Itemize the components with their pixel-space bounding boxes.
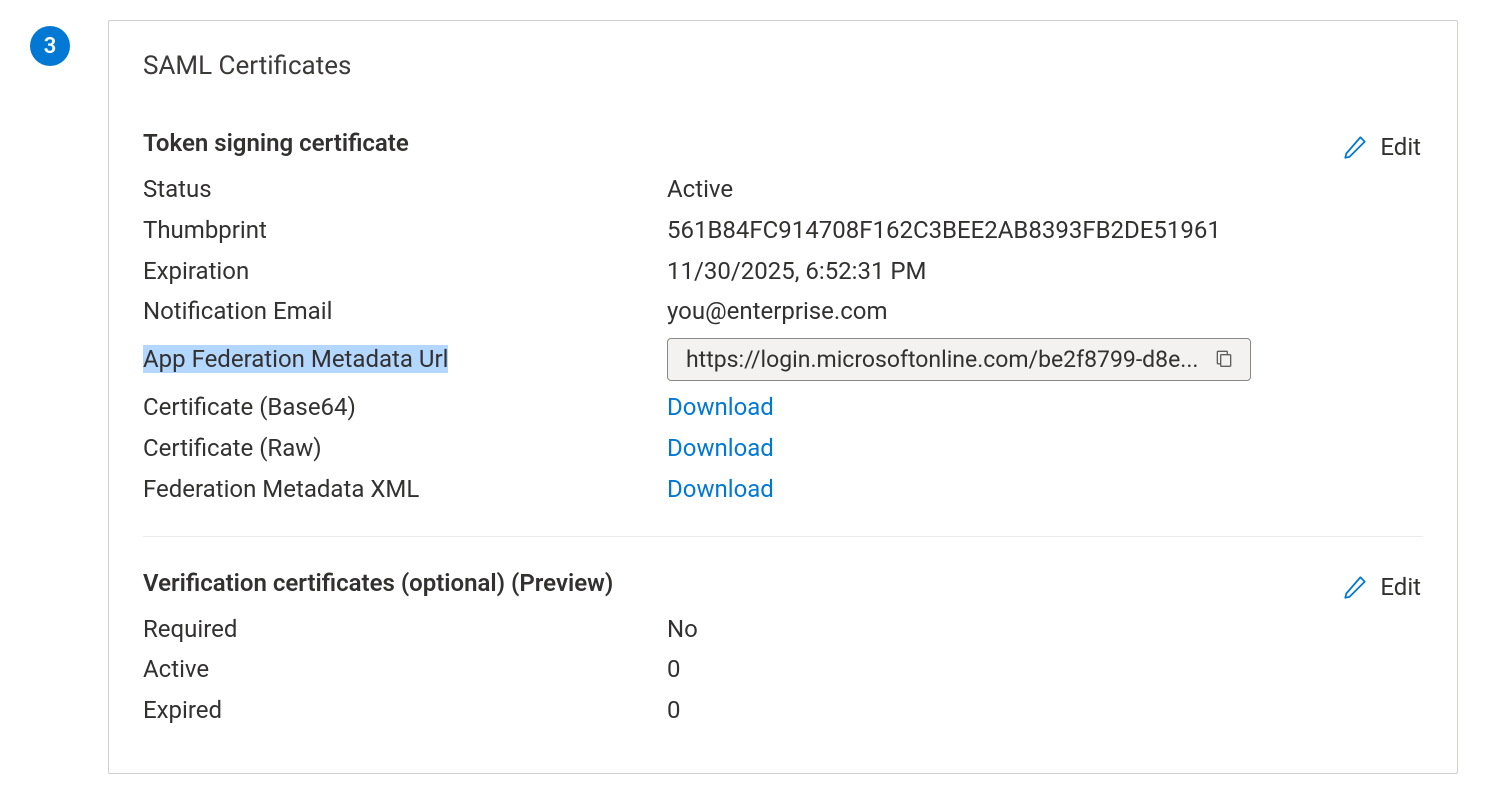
notification-email-value: you@enterprise.com bbox=[667, 297, 888, 326]
pencil-icon bbox=[1342, 134, 1368, 160]
federation-url-row: App Federation Metadata Url https://logi… bbox=[143, 338, 1423, 381]
expiration-label: Expiration bbox=[143, 257, 667, 286]
expired-label: Expired bbox=[143, 696, 667, 725]
federation-url-label-text: App Federation Metadata Url bbox=[143, 345, 448, 373]
federation-url-value-cell: https://login.microsoftonline.com/be2f87… bbox=[667, 338, 1251, 381]
expired-row: Expired 0 bbox=[143, 696, 1423, 725]
token-signing-header: Token signing certificate Edit bbox=[143, 129, 1423, 175]
thumbprint-label: Thumbprint bbox=[143, 216, 667, 245]
required-label: Required bbox=[143, 615, 667, 644]
notification-email-row: Notification Email you@enterprise.com bbox=[143, 297, 1423, 326]
required-row: Required No bbox=[143, 615, 1423, 644]
expired-value: 0 bbox=[667, 696, 681, 725]
section-title: SAML Certificates bbox=[143, 51, 1423, 81]
active-value: 0 bbox=[667, 655, 681, 684]
copy-icon bbox=[1214, 347, 1234, 372]
saml-certificates-card: SAML Certificates Token signing certific… bbox=[108, 20, 1458, 774]
cert-raw-value: Download bbox=[667, 434, 774, 463]
token-signing-title: Token signing certificate bbox=[143, 129, 409, 157]
edit-label: Edit bbox=[1380, 573, 1421, 601]
federation-url-label: App Federation Metadata Url bbox=[143, 345, 667, 374]
federation-xml-value: Download bbox=[667, 475, 774, 504]
verification-title: Verification certificates (optional) (Pr… bbox=[143, 569, 613, 597]
cert-base64-label: Certificate (Base64) bbox=[143, 393, 667, 422]
download-cert-base64-link[interactable]: Download bbox=[667, 393, 774, 421]
download-federation-xml-link[interactable]: Download bbox=[667, 475, 774, 503]
expiration-value: 11/30/2025, 6:52:31 PM bbox=[667, 257, 927, 286]
segment-divider bbox=[143, 536, 1423, 537]
copy-federation-url-button[interactable] bbox=[1212, 345, 1236, 374]
active-label: Active bbox=[143, 655, 667, 684]
edit-label: Edit bbox=[1380, 133, 1421, 161]
edit-verification-button[interactable]: Edit bbox=[1340, 569, 1423, 605]
status-row: Status Active bbox=[143, 175, 1423, 204]
edit-token-signing-button[interactable]: Edit bbox=[1340, 129, 1423, 165]
thumbprint-value: 561B84FC914708F162C3BEE2AB8393FB2DE51961 bbox=[667, 216, 1221, 245]
thumbprint-row: Thumbprint 561B84FC914708F162C3BEE2AB839… bbox=[143, 216, 1423, 245]
required-value: No bbox=[667, 615, 698, 644]
cert-base64-row: Certificate (Base64) Download bbox=[143, 393, 1423, 422]
download-cert-raw-link[interactable]: Download bbox=[667, 434, 774, 462]
saml-certificates-step: 3 SAML Certificates Token signing certif… bbox=[30, 20, 1458, 774]
step-number: 3 bbox=[44, 34, 57, 59]
cert-raw-row: Certificate (Raw) Download bbox=[143, 434, 1423, 463]
verification-header: Verification certificates (optional) (Pr… bbox=[143, 569, 1423, 615]
federation-xml-label: Federation Metadata XML bbox=[143, 475, 667, 504]
cert-base64-value: Download bbox=[667, 393, 774, 422]
notification-email-label: Notification Email bbox=[143, 297, 667, 326]
federation-xml-row: Federation Metadata XML Download bbox=[143, 475, 1423, 504]
expiration-row: Expiration 11/30/2025, 6:52:31 PM bbox=[143, 257, 1423, 286]
status-label: Status bbox=[143, 175, 667, 204]
step-number-badge: 3 bbox=[30, 26, 70, 66]
federation-url-box: https://login.microsoftonline.com/be2f87… bbox=[667, 338, 1251, 381]
status-value: Active bbox=[667, 175, 733, 204]
pencil-icon bbox=[1342, 574, 1368, 600]
active-row: Active 0 bbox=[143, 655, 1423, 684]
federation-url-text: https://login.microsoftonline.com/be2f87… bbox=[686, 346, 1198, 374]
cert-raw-label: Certificate (Raw) bbox=[143, 434, 667, 463]
